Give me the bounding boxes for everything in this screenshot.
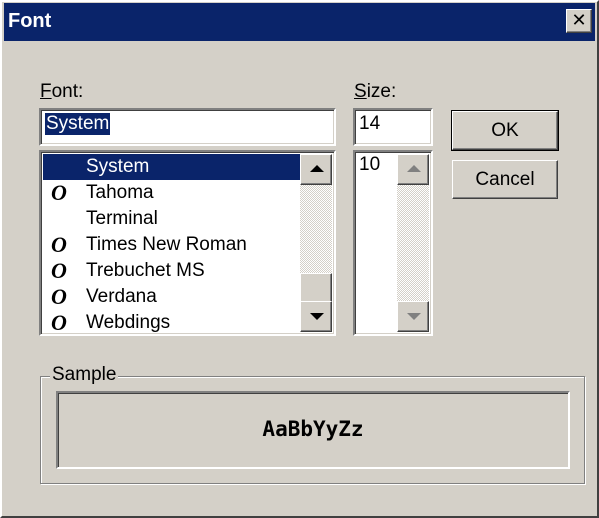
sample-group-label: Sample [50, 364, 119, 386]
arrow-up-icon [310, 165, 324, 172]
font-name-value: System [45, 113, 111, 135]
size-list-scrollbar [397, 154, 429, 332]
close-button[interactable]: ✕ [566, 9, 592, 33]
cancel-button[interactable]: Cancel [452, 160, 558, 199]
size-label-rest: ize: [366, 81, 397, 102]
font-list-scrollbar[interactable] [300, 154, 332, 332]
size-list-scroll-up-button [397, 154, 429, 185]
font-list-item-label: Tahoma [86, 182, 154, 203]
size-list[interactable]: 10 [353, 150, 433, 336]
font-list[interactable]: System O Tahoma Terminal O Times New Roman O Tr… [39, 150, 336, 336]
font-list-scroll-up-button[interactable] [300, 154, 332, 185]
truetype-font-icon: O [51, 310, 67, 335]
font-size-input[interactable]: 14 [353, 108, 433, 146]
font-list-item-label: Webdings [86, 312, 171, 333]
font-list-item-label: System [86, 156, 150, 177]
size-list-item[interactable]: 10 [359, 154, 380, 180]
font-label-accel: F [40, 81, 52, 102]
size-list-scroll-down-button [397, 301, 429, 332]
ok-button[interactable]: OK [451, 110, 559, 151]
font-list-item[interactable]: Terminal [43, 206, 301, 232]
font-list-item-label: Verdana [86, 286, 157, 307]
font-list-item[interactable]: O Verdana [43, 284, 301, 310]
arrow-down-icon [310, 313, 324, 320]
sample-preview: AaBbYyZz [56, 391, 570, 469]
font-dialog: Font ✕ Font: Size: System 14 System O Taho… [0, 0, 599, 518]
font-name-input[interactable]: System [39, 108, 336, 146]
font-list-item-label: Trebuchet MS [86, 260, 205, 281]
arrow-up-icon [407, 165, 421, 172]
font-list-item[interactable]: O Webdings [43, 310, 301, 335]
font-list-item[interactable]: System [43, 154, 301, 180]
font-list-scroll-thumb[interactable] [300, 273, 332, 304]
font-list-scroll-down-button[interactable] [300, 301, 332, 332]
size-label-accel: S [354, 81, 367, 102]
truetype-font-icon: O [51, 284, 67, 309]
font-label-rest: ont: [51, 81, 84, 102]
truetype-font-icon: O [51, 232, 67, 257]
font-label: Font: [40, 81, 83, 103]
font-list-item-label: Times New Roman [86, 234, 247, 255]
dialog-title: Font [8, 10, 52, 32]
size-list-item-label: 10 [359, 154, 381, 175]
size-label: Size: [354, 81, 396, 103]
close-icon: ✕ [571, 10, 587, 30]
font-size-value: 14 [359, 113, 381, 134]
truetype-font-icon: O [51, 258, 67, 283]
font-list-item[interactable]: O Times New Roman [43, 232, 301, 258]
truetype-font-icon: O [51, 180, 67, 205]
arrow-down-icon [407, 313, 421, 320]
font-list-item[interactable]: O Trebuchet MS [43, 258, 301, 284]
font-list-item-label: Terminal [86, 208, 158, 229]
sample-text: AaBbYyZz [262, 417, 364, 441]
font-list-item[interactable]: O Tahoma [43, 180, 301, 206]
title-bar[interactable]: Font ✕ [4, 3, 595, 41]
